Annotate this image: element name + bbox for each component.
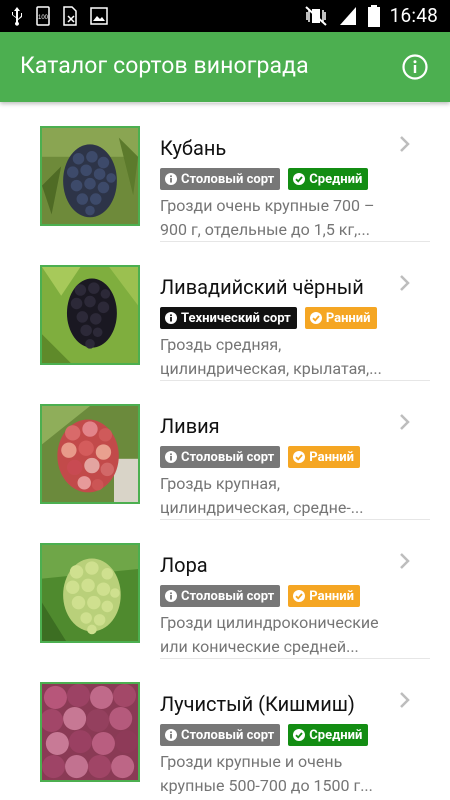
chevron-right-icon [400, 692, 410, 708]
info-circle-icon [165, 590, 177, 602]
variety-thumbnail [40, 265, 140, 365]
battery-icon [367, 4, 380, 27]
signal-icon [338, 5, 358, 27]
chevron-right-icon [400, 275, 410, 291]
variety-thumbnail [40, 404, 140, 504]
usb-icon [10, 6, 24, 26]
item-title: Лора [160, 553, 208, 577]
divider [160, 241, 430, 242]
item-description: Грозди крупные и очень крупные 500-700 до… [160, 752, 373, 795]
type-badge: Столовый сорт [160, 585, 281, 607]
item-description: Грозди цилиндроконические или конические … [160, 613, 379, 656]
sim-off-icon [62, 6, 78, 26]
chevron-right-icon [400, 414, 410, 430]
check-circle-icon [293, 451, 306, 463]
info-button[interactable] [402, 54, 428, 80]
svg-text:100: 100 [38, 15, 49, 21]
item-title: Ливадийский чёрный [160, 275, 364, 299]
list-item-liviya[interactable]: Ливия Столовый сорт Ранний Гроздь крупна… [0, 380, 450, 519]
check-circle-icon [309, 312, 322, 324]
item-description: Гроздь крупная, цилиндрическая, средне-..… [160, 474, 364, 517]
list-item-luchistyy-kishmish[interactable]: Лучистый (Кишмиш) Столовый сорт Средний … [0, 658, 450, 797]
list-item-lora[interactable]: Лора Столовый сорт Ранний Грозди цилиндр… [0, 519, 450, 658]
page-title: Каталог сортов винограда [20, 52, 309, 79]
ripening-badge: Ранний [288, 446, 361, 468]
info-circle-icon [165, 173, 177, 185]
list-item-kuban[interactable]: Кубань Столовый сорт Средний Грозди очен… [0, 102, 450, 241]
app-bar: Каталог сортов винограда [0, 32, 450, 102]
divider [160, 519, 430, 520]
image-icon [90, 7, 108, 25]
variety-thumbnail [40, 543, 140, 643]
info-circle-icon [165, 312, 177, 324]
info-circle-icon [165, 729, 177, 741]
item-description: Гроздь средняя, цилиндрическая, крылатая,… [160, 335, 382, 378]
item-title: Лучистый (Кишмиш) [160, 692, 355, 716]
type-badge: Технический сорт [160, 307, 297, 329]
divider [160, 102, 430, 103]
chevron-right-icon [400, 553, 410, 569]
mute-vibrate-icon [304, 5, 328, 27]
divider [160, 380, 430, 381]
check-circle-icon [293, 729, 306, 741]
divider [160, 658, 430, 659]
info-icon [402, 54, 428, 80]
ripening-badge: Средний [288, 724, 369, 746]
list-item-livadiyskiy-cherny[interactable]: Ливадийский чёрный Технический сорт Ранн… [0, 241, 450, 380]
item-title: Кубань [160, 136, 227, 160]
check-circle-icon [293, 173, 306, 185]
type-badge: Столовый сорт [160, 168, 281, 190]
ripening-badge: Ранний [288, 585, 361, 607]
type-badge: Столовый сорт [160, 446, 281, 468]
chevron-right-icon [400, 136, 410, 152]
status-bar: 100 16:48 [0, 0, 450, 32]
item-description: Грозди очень крупные 700 –900 г, отдельн… [160, 196, 375, 239]
variety-thumbnail [40, 126, 140, 226]
item-title: Ливия [160, 414, 220, 438]
ripening-badge: Средний [288, 168, 369, 190]
status-time: 16:48 [389, 4, 438, 27]
info-circle-icon [165, 451, 177, 463]
variety-thumbnail [40, 682, 140, 782]
storage-100-icon: 100 [36, 6, 50, 26]
ripening-badge: Ранний [304, 307, 377, 329]
type-badge: Столовый сорт [160, 724, 281, 746]
check-circle-icon [293, 590, 306, 602]
